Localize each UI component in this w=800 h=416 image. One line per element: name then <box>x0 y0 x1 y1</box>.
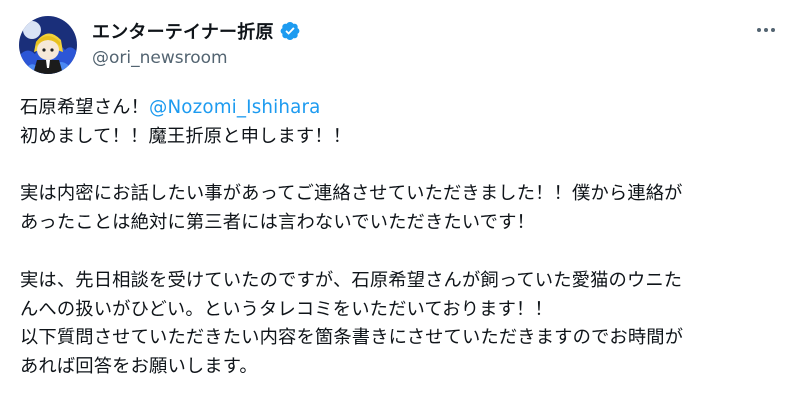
avatar-illustration <box>19 16 77 74</box>
more-options-icon[interactable] <box>752 20 780 40</box>
post-line-9: 以下質問させていただきたい内容を箇条書きにさせていただきますのでお時間が <box>20 327 684 349</box>
mention-link[interactable]: @Nozomi_Ishihara <box>149 97 320 118</box>
name-row: エンターテイナー折原 <box>92 18 301 44</box>
post-line-1-prefix: 石原希望さん！ <box>20 97 150 118</box>
post-line-7: 実は、先日相談を受けていたのですが、石原希望さんが飼っていた愛猫のウニた <box>20 269 683 291</box>
post-line-1: 石原希望さん！@Nozomi_Ishihara <box>20 94 790 123</box>
author-block: エンターテイナー折原 @ori_newsroom <box>92 18 301 68</box>
post-line-2: 初めまして！！魔王折原と申します！！ <box>20 125 352 147</box>
avatar[interactable] <box>19 16 77 74</box>
post-card: エンターテイナー折原 @ori_newsroom 石原希望さん！@Nozomi_… <box>0 0 800 416</box>
post-text: 石原希望さん！@Nozomi_Ishihara 初めまして！！魔王折原と申します… <box>20 94 790 382</box>
post-line-4: 実は内密にお話したい事があってご連絡させていただきました！！僕から連絡が <box>20 183 683 205</box>
post-line-8: んへの扱いがひどい。というタレコミをいただいております！！ <box>20 298 553 320</box>
verified-badge-icon <box>279 20 301 42</box>
post-line-5: あったことは絶対に第三者には言わないでいただきたいです！ <box>20 212 535 234</box>
display-name[interactable]: エンターテイナー折原 <box>92 18 274 44</box>
post-line-10: あれば回答をお願いします。 <box>20 356 258 378</box>
handle[interactable]: @ori_newsroom <box>92 48 301 68</box>
